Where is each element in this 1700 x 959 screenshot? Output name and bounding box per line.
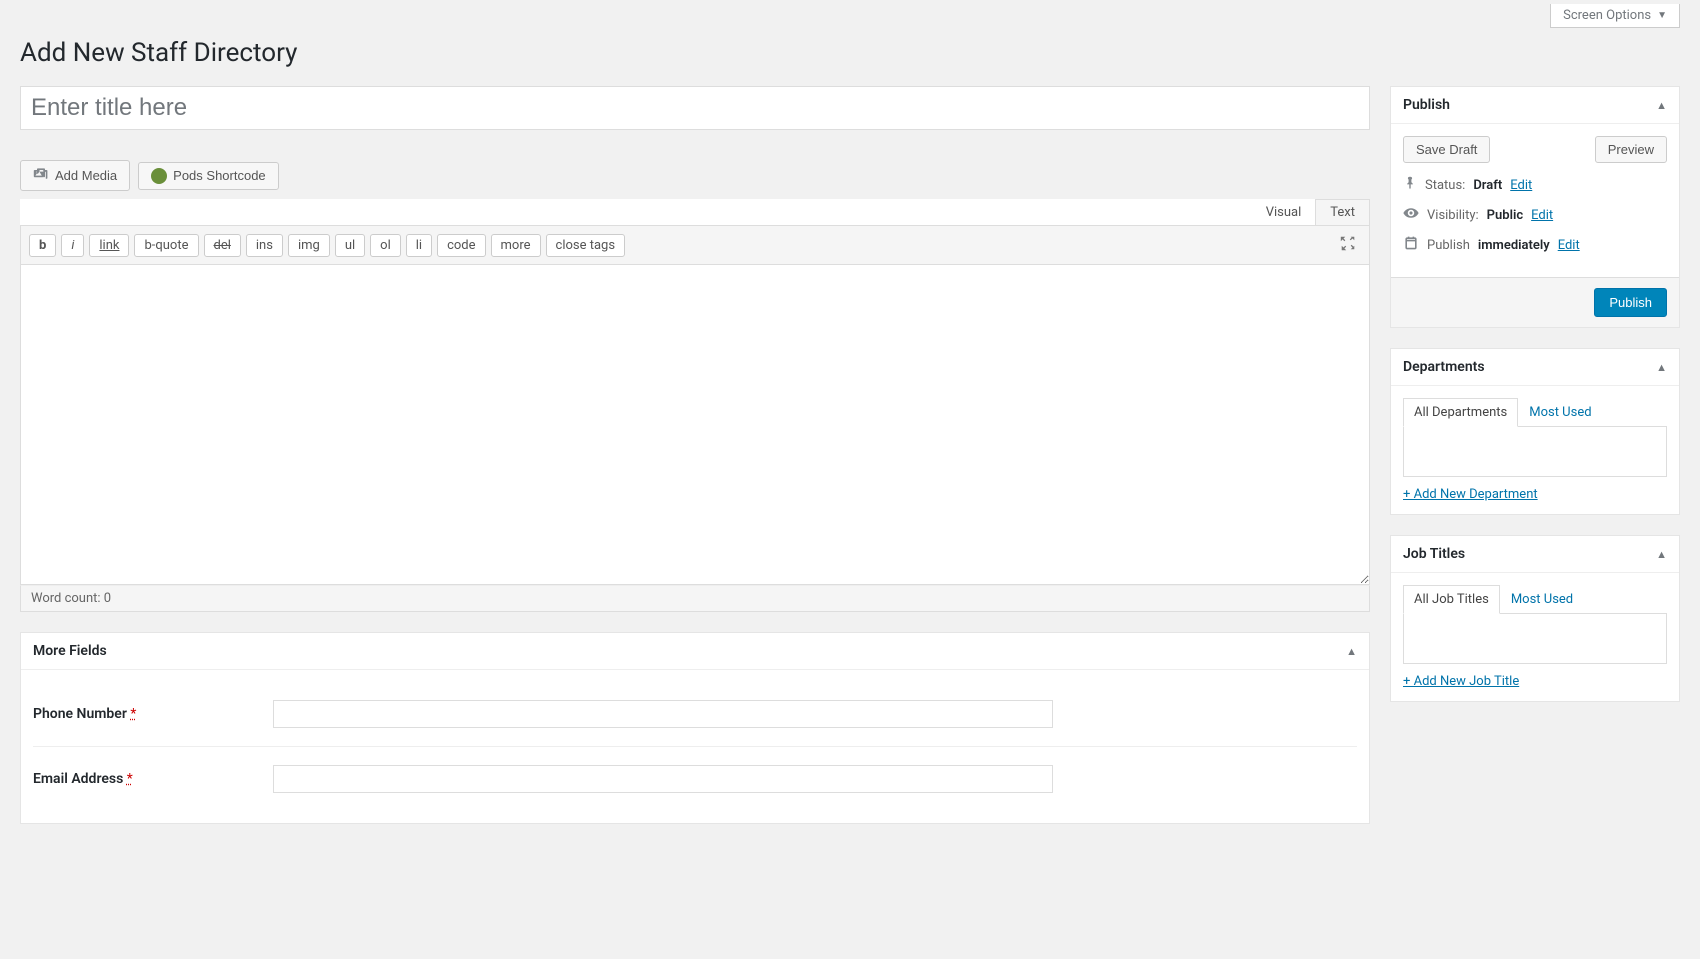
qt-code-button[interactable]: code: [437, 234, 485, 257]
qt-img-button[interactable]: img: [288, 234, 330, 257]
save-draft-button[interactable]: Save Draft: [1403, 136, 1490, 163]
page-title: Add New Staff Directory: [20, 38, 1680, 68]
post-title-input[interactable]: [20, 86, 1370, 130]
collapse-icon[interactable]: ▲: [1656, 361, 1667, 374]
job-titles-tab-all[interactable]: All Job Titles: [1403, 585, 1500, 614]
qt-ul-button[interactable]: ul: [335, 234, 365, 257]
add-new-department-link[interactable]: + Add New Department: [1403, 487, 1538, 502]
screen-options-button[interactable]: Screen Options ▼: [1550, 4, 1680, 28]
qt-ol-button[interactable]: ol: [370, 234, 401, 257]
fullscreen-icon[interactable]: [1335, 232, 1361, 258]
job-titles-box: Job Titles ▲ All Job Titles Most Used + …: [1390, 535, 1680, 702]
add-new-job-title-link[interactable]: + Add New Job Title: [1403, 674, 1519, 689]
qt-more-button[interactable]: more: [491, 234, 541, 257]
pods-shortcode-label: Pods Shortcode: [173, 168, 266, 183]
status-value: Draft: [1473, 178, 1502, 193]
content-textarea[interactable]: [20, 265, 1370, 585]
departments-tab-all[interactable]: All Departments: [1403, 398, 1518, 427]
quicktags-toolbar: b i link b-quote del ins img ul ol li co…: [20, 225, 1370, 265]
job-titles-title: Job Titles: [1403, 546, 1465, 562]
add-media-label: Add Media: [55, 168, 117, 183]
eye-icon: [1403, 205, 1419, 225]
editor-tab-text[interactable]: Text: [1315, 199, 1370, 225]
collapse-icon[interactable]: ▲: [1656, 99, 1667, 112]
status-edit-link[interactable]: Edit: [1510, 178, 1532, 193]
pods-icon: [151, 168, 167, 184]
email-input[interactable]: [273, 765, 1053, 793]
qt-italic-button[interactable]: i: [61, 234, 84, 257]
more-fields-title: More Fields: [33, 643, 107, 659]
publish-title: Publish: [1403, 97, 1450, 113]
required-mark: *: [127, 771, 133, 787]
qt-close-button[interactable]: close tags: [546, 234, 626, 257]
qt-bquote-button[interactable]: b-quote: [134, 234, 198, 257]
publish-timing-value: immediately: [1478, 238, 1550, 253]
visibility-label: Visibility:: [1427, 208, 1479, 223]
collapse-icon[interactable]: ▲: [1346, 645, 1357, 658]
phone-input[interactable]: [273, 700, 1053, 728]
job-titles-tab-most-used[interactable]: Most Used: [1500, 585, 1584, 614]
phone-label: Phone Number *: [33, 706, 273, 722]
publish-timing-label: Publish: [1427, 238, 1470, 253]
departments-list: [1403, 427, 1667, 477]
more-fields-box: More Fields ▲ Phone Number * Email Addre…: [20, 632, 1370, 824]
qt-li-button[interactable]: li: [406, 234, 432, 257]
visibility-edit-link[interactable]: Edit: [1531, 208, 1553, 223]
qt-ins-button[interactable]: ins: [246, 234, 283, 257]
media-icon: [33, 166, 49, 185]
departments-box: Departments ▲ All Departments Most Used …: [1390, 348, 1680, 515]
word-count-label: Word count:: [31, 591, 104, 606]
status-label: Status:: [1425, 178, 1465, 193]
qt-link-button[interactable]: link: [89, 234, 129, 257]
preview-button[interactable]: Preview: [1595, 136, 1667, 163]
pods-shortcode-button[interactable]: Pods Shortcode: [138, 162, 279, 190]
departments-tab-most-used[interactable]: Most Used: [1518, 398, 1602, 427]
pin-icon: [1403, 175, 1417, 195]
publish-timing-edit-link[interactable]: Edit: [1558, 238, 1580, 253]
qt-del-button[interactable]: del: [204, 234, 241, 257]
screen-options-label: Screen Options: [1563, 8, 1651, 23]
caret-down-icon: ▼: [1657, 10, 1667, 21]
email-label: Email Address *: [33, 771, 273, 787]
add-media-button[interactable]: Add Media: [20, 160, 130, 191]
qt-bold-button[interactable]: b: [29, 234, 56, 257]
collapse-icon[interactable]: ▲: [1656, 548, 1667, 561]
required-mark: *: [130, 706, 136, 722]
visibility-value: Public: [1487, 208, 1523, 223]
calendar-icon: [1403, 235, 1419, 255]
publish-box: Publish ▲ Save Draft Preview Status: Dra…: [1390, 86, 1680, 328]
job-titles-list: [1403, 614, 1667, 664]
editor-footer: Word count: 0: [20, 585, 1370, 612]
departments-title: Departments: [1403, 359, 1485, 375]
word-count-value: 0: [104, 591, 111, 606]
publish-button[interactable]: Publish: [1594, 288, 1667, 317]
editor-tab-visual[interactable]: Visual: [1251, 199, 1317, 225]
